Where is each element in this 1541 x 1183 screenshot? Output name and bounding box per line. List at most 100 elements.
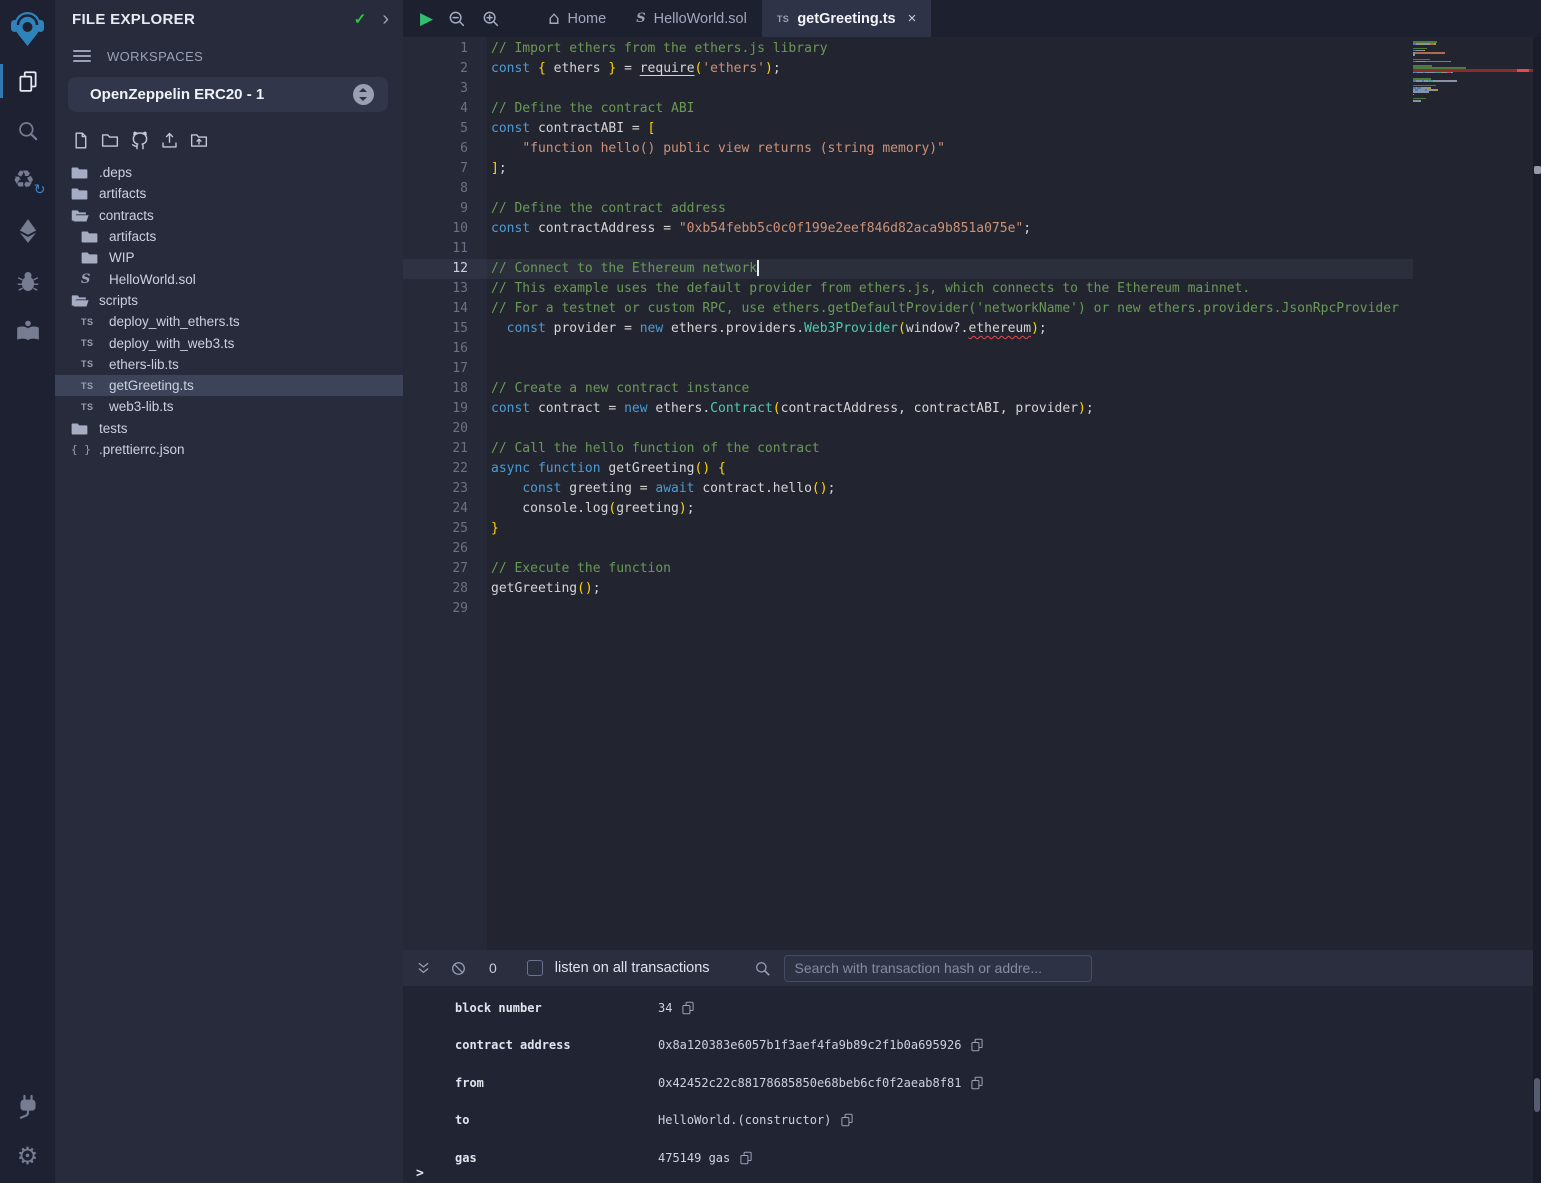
line-number: 14 [403,299,487,319]
chevron-right-icon[interactable]: › [382,9,389,29]
line-number: 27 [403,559,487,579]
line-number: 29 [403,599,487,619]
copy-icon[interactable] [739,1151,753,1165]
tab-label: Home [568,11,607,27]
tree-item--deps[interactable]: .deps [55,162,403,183]
tree-item-artifacts[interactable]: artifacts [55,226,403,247]
terminal-log-row: gas475149 gas [403,1139,1541,1177]
clear-console-icon[interactable] [450,960,467,977]
line-number: 4 [403,99,487,119]
terminal-panel[interactable]: 0 listen on all transactions block numbe… [403,950,1541,1183]
close-icon[interactable]: × [908,10,917,27]
tree-item-wip[interactable]: WIP [55,247,403,268]
tree-item-ethers-lib-ts[interactable]: TSethers-lib.ts [55,354,403,375]
code-line-10: 10const contractAddress = "0xb54febb5c0c… [403,219,1541,239]
upload-file-icon[interactable] [160,131,179,150]
zoom-out-icon[interactable] [447,9,467,29]
new-file-icon[interactable] [71,131,90,150]
code-editor[interactable]: 1// Import ethers from the ethers.js lib… [403,37,1541,950]
tree-item-contracts[interactable]: contracts [55,205,403,226]
activity-plugin-manager[interactable] [0,1081,55,1131]
github-icon[interactable] [130,130,150,150]
home-icon: ⌂ [548,8,559,29]
copy-icon[interactable] [970,1076,984,1090]
tab-getgreeting-ts[interactable]: TSgetGreeting.ts× [762,0,932,37]
tree-item-getgreeting-ts[interactable]: TSgetGreeting.ts [55,375,403,396]
activity-debugger[interactable] [0,256,55,306]
activity-settings[interactable]: ⚙ [0,1131,55,1181]
code-line-20: 20 [403,419,1541,439]
copy-icon[interactable] [970,1038,984,1052]
tree-item-deploy-with-ethers-ts[interactable]: TSdeploy_with_ethers.ts [55,311,403,332]
log-label: contract address [455,1038,658,1052]
tab-home[interactable]: ⌂ Home [533,0,621,37]
line-text: // For a testnet or custom RPC, use ethe… [491,299,1399,319]
tree-item-label: .deps [99,165,132,180]
folder-closed-icon [71,421,91,436]
tree-item-tests[interactable]: tests [55,418,403,439]
editor-scrollbar [1533,37,1541,950]
tree-item-web3-lib-ts[interactable]: TSweb3-lib.ts [55,396,403,417]
check-icon[interactable]: ✓ [354,10,367,28]
code-line-26: 26 [403,539,1541,559]
typescript-file-icon: TS [81,338,101,348]
code-line-25: 25} [403,519,1541,539]
line-number: 1 [403,39,487,59]
activity-file-explorer[interactable] [0,56,55,106]
copy-icon[interactable] [681,1001,695,1015]
activity-remix-logo[interactable] [0,0,55,56]
code-line-27: 27// Execute the function [403,559,1541,579]
activity-solidity-compiler[interactable]: ♻↻ [0,156,55,206]
tree-item-scripts[interactable]: scripts [55,290,403,311]
tab-helloworld-sol[interactable]: SHelloWorld.sol [621,0,762,37]
run-script-button[interactable]: ▶ [420,9,433,29]
file-explorer-icon [16,69,40,93]
log-value: 475149 gas [658,1151,730,1165]
line-text: const contractABI = [ [491,119,655,139]
activity-learneth[interactable] [0,306,55,356]
line-number: 23 [403,479,487,499]
folder-closed-icon [81,250,101,265]
tree-item--prettierrc-json[interactable]: { }.prettierrc.json [55,439,403,460]
workspace-select[interactable]: OpenZeppelin ERC20 - 1 [68,77,388,112]
new-folder-icon[interactable] [100,131,120,150]
terminal-scrollbar [1533,950,1541,1183]
upload-folder-icon[interactable] [189,131,209,150]
line-number: 13 [403,279,487,299]
code-line-13: 13// This example uses the default provi… [403,279,1541,299]
tree-item-deploy-with-web3-ts[interactable]: TSdeploy_with_web3.ts [55,332,403,353]
editor-region: ▶ ⌂HomeSHelloWorld.solTSgetGreeting.ts× … [403,0,1541,1183]
line-number: 24 [403,499,487,519]
line-number: 20 [403,419,487,439]
tree-item-label: getGreeting.ts [109,378,194,393]
tree-item-helloworld-sol[interactable]: SHelloWorld.sol [55,268,403,289]
zoom-in-icon[interactable] [481,9,501,29]
terminal-search-input[interactable] [784,955,1092,982]
tree-item-artifacts[interactable]: artifacts [55,183,403,204]
tree-item-label: scripts [99,293,138,308]
copy-icon[interactable] [840,1113,854,1127]
activity-search[interactable] [0,106,55,156]
terminal-scrollbar-thumb[interactable] [1534,1078,1540,1112]
settings-icon: ⚙ [17,1142,39,1170]
line-text: // Call the hello function of the contra… [491,439,820,459]
tree-item-label: tests [99,421,128,436]
minimap[interactable] [1413,37,1533,950]
editor-scrollbar-thumb[interactable] [1534,166,1541,174]
code-line-17: 17 [403,359,1541,379]
search-icon [754,960,771,977]
code-line-8: 8 [403,179,1541,199]
solidity-file-icon: S [636,11,645,26]
workspaces-menu-icon[interactable] [73,47,91,65]
line-number: 19 [403,399,487,419]
file-explorer-panel: FILE EXPLORER ✓ › WORKSPACES OpenZeppeli… [55,0,403,1183]
line-number: 12 [403,259,487,279]
line-text: console.log(greeting); [491,499,695,519]
line-text: ]; [491,159,507,179]
terminal-log-row: from0x42452c22c88178685850e68beb6cf0f2ae… [403,1064,1541,1102]
listen-transactions-checkbox[interactable] [527,960,543,976]
expand-terminal-icon[interactable] [415,960,432,977]
listen-transactions-label: listen on all transactions [555,960,710,976]
line-text: // Define the contract address [491,199,726,219]
activity-deploy-run[interactable] [0,206,55,256]
